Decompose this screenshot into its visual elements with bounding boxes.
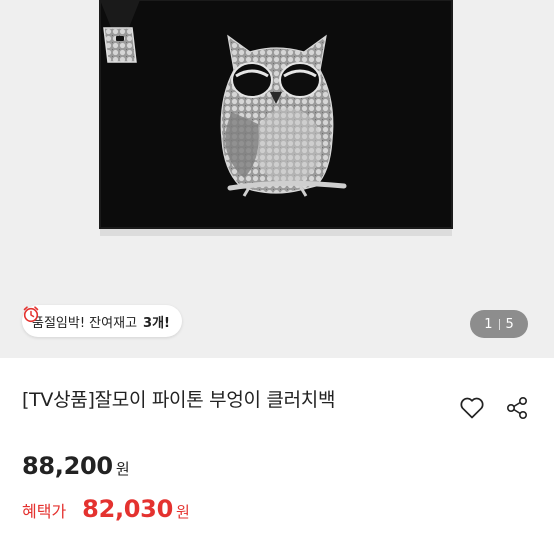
- wishlist-button[interactable]: [458, 394, 486, 422]
- benefit-price-amount: 82,030: [82, 495, 173, 523]
- benefit-price-label: 혜택가: [22, 502, 67, 521]
- stock-alert-text: 품절임박! 잔여재고: [32, 315, 138, 331]
- stock-alert-badge: 품절임박! 잔여재고 3개!: [22, 305, 182, 337]
- share-button[interactable]: [503, 394, 531, 422]
- benefit-price-row: 혜택가 82,030 원: [22, 495, 190, 523]
- price-currency: 원: [115, 460, 130, 478]
- pager-divider: [498, 318, 500, 330]
- product-image-carousel[interactable]: 품절임박! 잔여재고 3개! 1 5: [0, 0, 554, 358]
- pager-current: 1: [484, 316, 493, 332]
- image-pager: 1 5: [470, 310, 528, 338]
- benefit-price-currency: 원: [176, 503, 190, 521]
- product-title: [TV상품]잘모이 파이톤 부엉이 클러치백: [22, 389, 336, 411]
- price-amount: 88,200: [22, 452, 113, 480]
- alarm-clock-icon: [23, 306, 39, 323]
- original-price: 88,200 원: [22, 452, 130, 480]
- stock-count: 3개!: [143, 315, 170, 331]
- heart-outline-icon: [460, 397, 484, 419]
- share-icon: [506, 396, 528, 419]
- pager-total: 5: [505, 316, 514, 332]
